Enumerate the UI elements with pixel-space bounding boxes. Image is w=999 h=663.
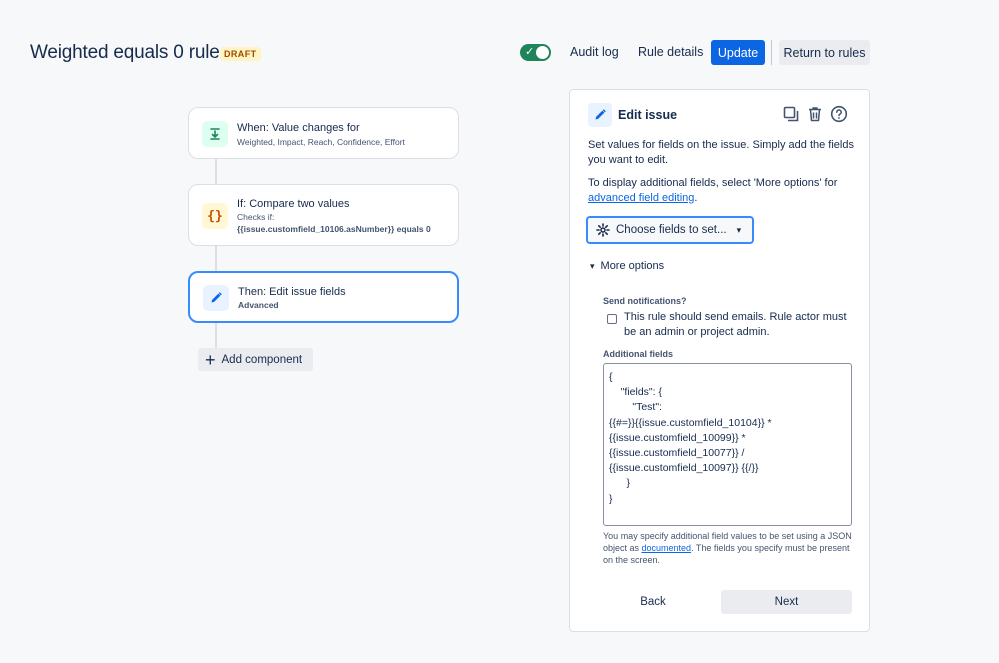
rule-details-button[interactable]: Rule details	[638, 45, 703, 59]
flow-connector	[215, 323, 217, 348]
pencil-icon	[588, 103, 612, 127]
trigger-card[interactable]: When: Value changes for Weighted, Impact…	[188, 107, 459, 159]
flow-connector	[215, 246, 217, 271]
more-options-label: More options	[600, 260, 665, 272]
choose-fields-button[interactable]: Choose fields to set... ▾	[586, 216, 754, 244]
panel-more-info: To display additional fields, select 'Mo…	[588, 176, 856, 206]
plus-icon: +	[205, 349, 216, 370]
next-button[interactable]: Next	[721, 590, 852, 614]
help-icon[interactable]	[829, 104, 849, 124]
send-notifications-label: Send notifications?	[603, 296, 687, 306]
condition-title: If: Compare two values	[237, 198, 350, 210]
trigger-title: When: Value changes for	[237, 122, 360, 134]
panel-title: Edit issue	[618, 108, 678, 122]
braces-icon: {}	[202, 203, 228, 229]
gear-icon	[596, 223, 610, 237]
additional-fields-help: You may specify additional field values …	[603, 530, 855, 566]
return-to-rules-button[interactable]: Return to rules	[779, 40, 870, 65]
pencil-icon	[203, 285, 229, 311]
chevron-down-icon: ▾	[736, 224, 742, 235]
toggle-knob	[536, 46, 549, 59]
action-card[interactable]: Then: Edit issue fields Advanced	[188, 271, 459, 323]
header-divider	[771, 40, 772, 65]
additional-fields-label: Additional fields	[603, 349, 674, 359]
more-info-suffix: .	[694, 192, 698, 204]
draft-badge: DRAFT	[220, 47, 261, 61]
trash-icon[interactable]	[805, 104, 825, 124]
add-component-label: Add component	[221, 353, 303, 366]
action-title: Then: Edit issue fields	[238, 286, 346, 298]
rule-enabled-toggle[interactable]: ✓	[520, 44, 551, 61]
advanced-field-editing-link[interactable]: advanced field editing	[588, 192, 694, 204]
documented-link[interactable]: documented	[642, 543, 692, 553]
download-arrow-icon	[202, 121, 228, 147]
flow-connector	[215, 159, 217, 184]
send-notifications-checkbox[interactable]	[607, 314, 617, 324]
update-button[interactable]: Update	[711, 40, 765, 65]
trigger-subtitle: Weighted, Impact, Reach, Confidence, Eff…	[237, 137, 405, 147]
condition-card[interactable]: {} If: Compare two values Checks if: {{i…	[188, 184, 459, 246]
condition-expression: {{issue.customfield_10106.asNumber}} equ…	[237, 224, 431, 234]
back-button[interactable]: Back	[590, 590, 716, 614]
choose-fields-label: Choose fields to set...	[616, 224, 727, 236]
chevron-down-icon: ▾	[590, 260, 595, 271]
more-options-toggle[interactable]: ▾ More options	[590, 260, 664, 272]
panel-description: Set values for fields on the issue. Simp…	[588, 139, 854, 166]
send-notifications-text: This rule should send emails. Rule actor…	[624, 311, 847, 338]
check-icon: ✓	[525, 46, 535, 58]
page-title: Weighted equals 0 rule	[30, 42, 220, 63]
condition-label: Checks if:	[237, 212, 275, 222]
action-subtitle: Advanced	[238, 300, 279, 310]
add-component-button[interactable]: + Add component	[198, 348, 313, 371]
copy-icon[interactable]	[781, 104, 801, 124]
more-info-text: To display additional fields, select 'Mo…	[588, 177, 838, 189]
additional-fields-textarea[interactable]: { "fields": { "Test": {{#=}}{{issue.cust…	[603, 363, 852, 526]
audit-log-button[interactable]: Audit log	[570, 45, 619, 59]
edit-issue-panel: Edit issue Set values for fields on the …	[569, 89, 870, 632]
